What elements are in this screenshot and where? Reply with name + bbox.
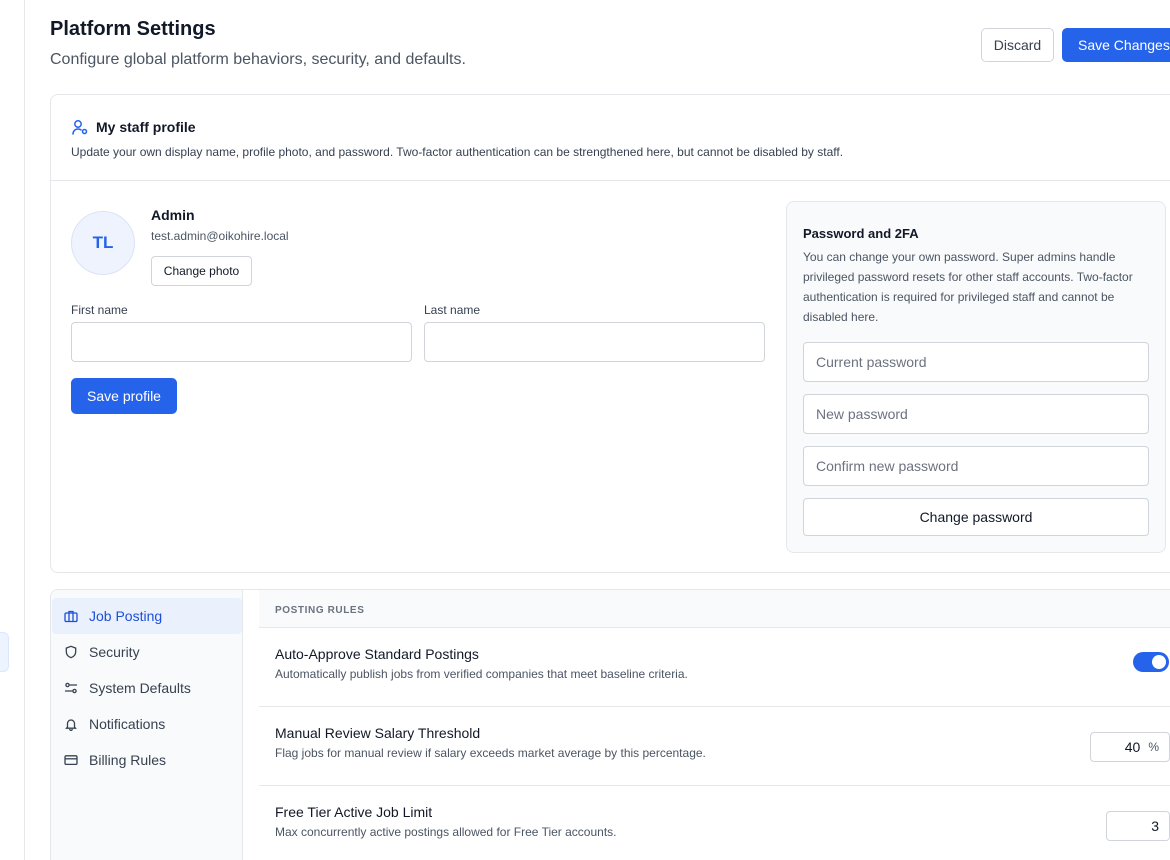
salary-threshold-input[interactable]: 40 % bbox=[1090, 732, 1170, 762]
settings-panel: Job Posting Security System Defaults Not… bbox=[50, 589, 1170, 860]
setting-title: Free Tier Active Job Limit bbox=[275, 804, 433, 820]
first-name-field[interactable] bbox=[71, 322, 412, 362]
password-panel-description: You can change your own password. Super … bbox=[803, 250, 1133, 324]
salary-threshold-value: 40 bbox=[1124, 739, 1141, 755]
sidebar-active-indicator[interactable] bbox=[0, 632, 9, 672]
setting-row-salary-threshold: Manual Review Salary Threshold Flag jobs… bbox=[259, 707, 1170, 786]
password-panel-title: Password and 2FA bbox=[803, 226, 919, 241]
staff-profile-header: My staff profile Update your own display… bbox=[51, 95, 1170, 181]
posting-rules-content: POSTING RULES Auto-Approve Standard Post… bbox=[259, 590, 1170, 860]
sliders-icon bbox=[64, 682, 78, 694]
nav-label-notifications: Notifications bbox=[89, 716, 166, 732]
avatar: TL bbox=[71, 211, 135, 275]
nav-label-billing-rules: Billing Rules bbox=[89, 752, 167, 768]
profile-email: test.admin@oikohire.local bbox=[151, 229, 289, 243]
confirm-password-field[interactable] bbox=[803, 446, 1149, 486]
auto-approve-toggle[interactable] bbox=[1133, 652, 1169, 672]
briefcase-icon bbox=[64, 610, 78, 623]
settings-nav: Job Posting Security System Defaults Not… bbox=[51, 590, 243, 860]
setting-description: Automatically publish jobs from verified… bbox=[275, 667, 688, 681]
staff-profile-description: Update your own display name, profile ph… bbox=[71, 145, 844, 159]
posting-rules-header: POSTING RULES bbox=[259, 590, 1170, 628]
current-password-field[interactable] bbox=[803, 342, 1149, 382]
last-name-field[interactable] bbox=[424, 322, 765, 362]
new-password-field[interactable] bbox=[803, 394, 1149, 434]
nav-item-job-posting[interactable]: Job Posting bbox=[52, 598, 242, 634]
nav-label-system-defaults: System Defaults bbox=[89, 680, 191, 696]
setting-row-free-tier-limit: Free Tier Active Job Limit Max concurren… bbox=[259, 786, 1170, 860]
user-settings-icon bbox=[72, 120, 88, 135]
save-changes-button[interactable]: Save Changes bbox=[1062, 28, 1170, 62]
percent-unit: % bbox=[1148, 740, 1159, 754]
setting-description: Max concurrently active postings allowed… bbox=[275, 825, 617, 839]
nav-item-security[interactable]: Security bbox=[52, 634, 242, 670]
credit-card-icon bbox=[64, 755, 78, 766]
toggle-knob bbox=[1152, 655, 1166, 669]
profile-name: Admin bbox=[151, 207, 195, 223]
change-photo-button[interactable]: Change photo bbox=[151, 256, 252, 286]
free-tier-limit-value: 3 bbox=[1151, 818, 1159, 834]
bell-icon bbox=[65, 719, 77, 731]
app-sidebar-rail bbox=[0, 0, 25, 860]
first-name-label: First name bbox=[71, 303, 128, 317]
setting-description: Flag jobs for manual review if salary ex… bbox=[275, 746, 706, 760]
setting-title: Auto-Approve Standard Postings bbox=[275, 646, 479, 662]
save-profile-button[interactable]: Save profile bbox=[71, 378, 177, 414]
page-title: Platform Settings bbox=[50, 18, 216, 40]
staff-profile-title: My staff profile bbox=[96, 119, 196, 135]
nav-item-billing-rules[interactable]: Billing Rules bbox=[52, 742, 242, 778]
discard-button[interactable]: Discard bbox=[981, 28, 1054, 62]
staff-profile-card: My staff profile Update your own display… bbox=[50, 94, 1170, 573]
setting-title: Manual Review Salary Threshold bbox=[275, 725, 481, 741]
last-name-label: Last name bbox=[424, 303, 481, 317]
password-2fa-panel: Password and 2FA You can change your own… bbox=[786, 201, 1166, 553]
setting-row-auto-approve: Auto-Approve Standard Postings Automatic… bbox=[259, 628, 1170, 707]
posting-rules-section-label: POSTING RULES bbox=[275, 605, 365, 616]
nav-item-notifications[interactable]: Notifications bbox=[52, 706, 242, 742]
free-tier-limit-input[interactable]: 3 bbox=[1106, 811, 1170, 841]
nav-label-security: Security bbox=[89, 644, 140, 660]
shield-icon bbox=[65, 645, 77, 659]
nav-label-job-posting: Job Posting bbox=[89, 608, 163, 624]
change-password-button[interactable]: Change password bbox=[803, 498, 1149, 536]
nav-item-system-defaults[interactable]: System Defaults bbox=[52, 670, 242, 706]
page-subtitle: Configure global platform behaviors, sec… bbox=[50, 51, 466, 68]
